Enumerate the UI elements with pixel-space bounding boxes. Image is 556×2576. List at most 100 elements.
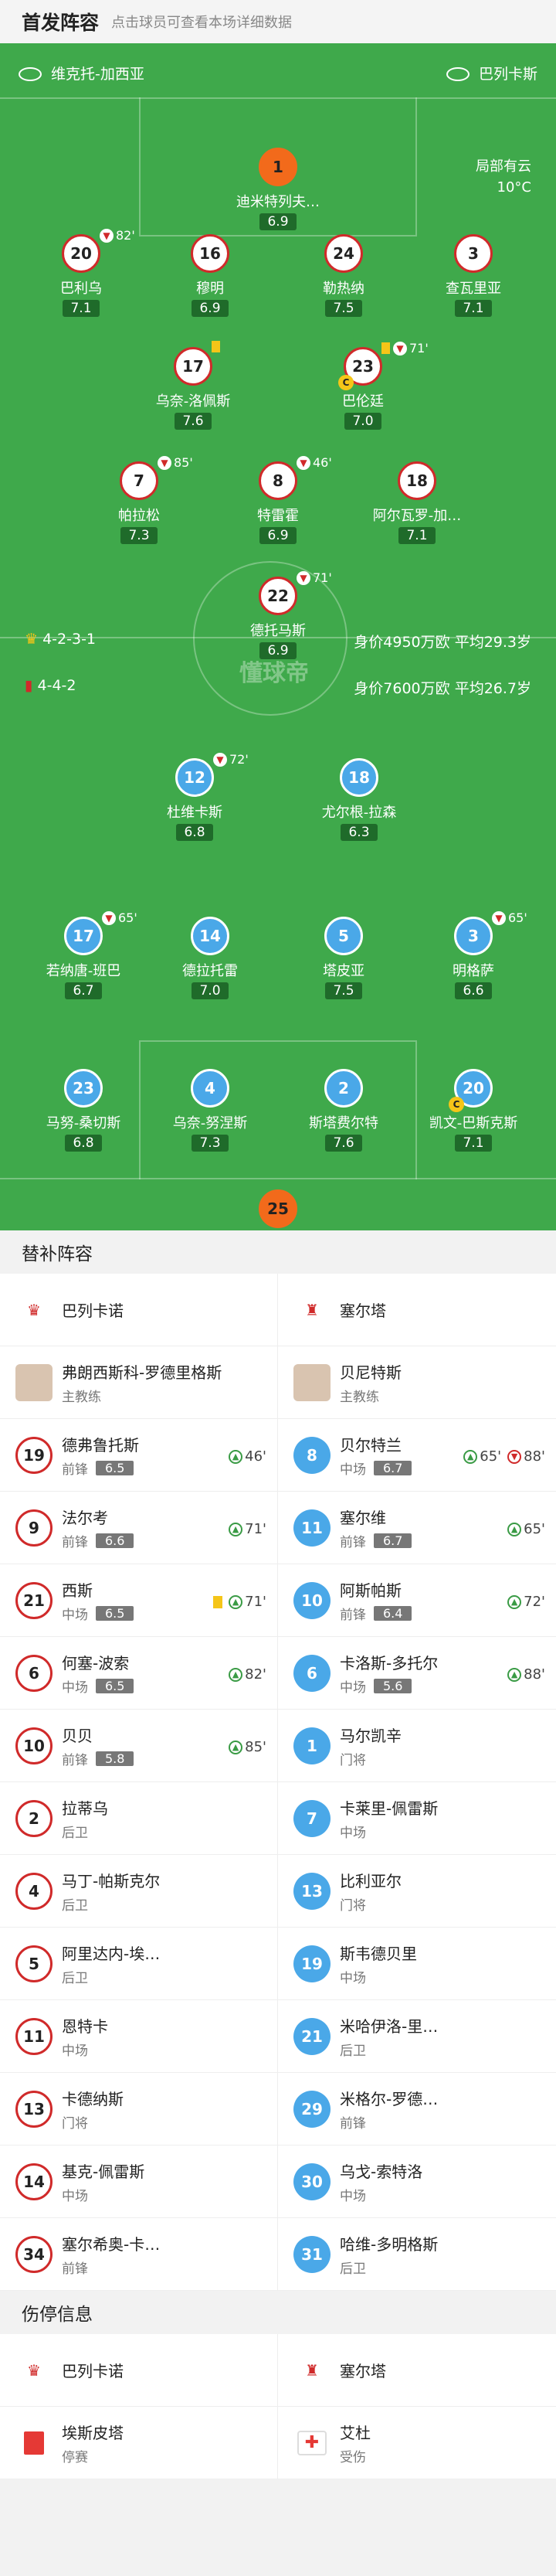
sub-player[interactable]: 9 法尔考 前锋 6.6 ▲ 71' [0, 1492, 278, 1564]
sub-player[interactable]: 29 米格尔-罗德… 前锋 [278, 2073, 556, 2146]
sub-events: ▲ 85' [229, 1739, 266, 1755]
player-name: 迪米特列夫… [236, 194, 320, 210]
player-rating: 7.1 [63, 300, 100, 317]
team-logo-icon: ▮ [25, 677, 33, 694]
sub-player[interactable]: 7 卡莱里-佩雷斯 中场 [278, 1782, 556, 1855]
sub-events: ▲ 82' [229, 1666, 266, 1683]
sub-player[interactable]: 6 何塞-波索 中场 6.5 ▲ 82' [0, 1637, 278, 1710]
jersey-number: 19 [15, 1436, 53, 1474]
jersey-number: 10 [293, 1581, 331, 1619]
player-marker[interactable]: 16 穆明 6.9 [148, 234, 272, 317]
sub-player[interactable]: 4 马丁-帕斯克尔 后卫 [0, 1855, 278, 1928]
weather-info: 局部有云 10°C [476, 158, 531, 196]
player-marker[interactable]: 17 乌奈-洛佩斯 7.6 [131, 341, 255, 430]
sub-player[interactable]: 8 贝尔特兰 中场 6.7 ▲ 65' ▼ 88' [278, 1419, 556, 1492]
player-marker[interactable]: 25瓜伊塔★ 7.9 [216, 1189, 340, 1230]
player-marker[interactable]: 17 ▼ 65' 若纳唐-班巴 6.7 [22, 910, 145, 999]
sub-player[interactable]: 21 米哈伊洛-里… 后卫 [278, 2000, 556, 2073]
home-team[interactable]: 维克托-加西亚 [19, 63, 144, 83]
player-marker[interactable]: 4 乌奈-努涅斯 7.3 [148, 1069, 272, 1152]
sub-player[interactable]: 21 西斯 中场 6.5 ▲ 71' [0, 1564, 278, 1637]
sub-player[interactable]: 34 塞尔希奥-卡… 前锋 [0, 2218, 278, 2291]
player-marker[interactable]: 20 ▼ 82' 巴利乌 7.1 [19, 228, 143, 317]
player-marker[interactable]: 14 德拉托雷 7.0 [148, 917, 272, 999]
red-card-icon [24, 2431, 44, 2455]
player-position: 后卫 [340, 2261, 366, 2277]
sub-player[interactable]: 6 卡洛斯-多托尔 中场 5.6 ▲ 88' [278, 1637, 556, 1710]
player-marker[interactable]: 7 ▼ 85' 帕拉松 7.3 [77, 455, 201, 544]
sub-player[interactable]: 2 拉蒂乌 后卫 [0, 1782, 278, 1855]
jersey-number: 1 [259, 148, 297, 186]
jersey-number: 7 [120, 461, 158, 500]
player-marker[interactable]: 2 斯塔费尔特 7.6 [282, 1069, 405, 1152]
player-marker[interactable]: 23 C ▼ 71' 巴伦廷 7.0 [301, 341, 429, 430]
player-marker[interactable]: 23 马努-桑切斯 6.8 [22, 1069, 145, 1152]
whistle-icon [446, 67, 470, 81]
player-rating: 7.6 [325, 1135, 362, 1152]
jersey-number: 4 [15, 1872, 53, 1910]
sub-player[interactable]: 19 德弗鲁托斯 前锋 6.5 ▲ 46' [0, 1419, 278, 1492]
home-team-cell[interactable]: ♛ 巴列卡诺 [0, 1274, 278, 1346]
player-marker[interactable]: 5 塔皮亚 7.5 [282, 917, 405, 999]
sub-player[interactable]: 30 乌戈-索特洛 中场 [278, 2146, 556, 2218]
player-rating: 7.3 [192, 1135, 229, 1152]
captain-badge: C [449, 1097, 464, 1112]
player-name: 帕拉松 [118, 508, 160, 524]
player-marker[interactable]: 12 ▼ 72' 杜维卡斯 6.8 [133, 752, 256, 841]
player-name: 贝贝 [62, 1726, 93, 1745]
player-events: ▼ 46' [297, 455, 332, 470]
sub-player[interactable]: 13 比利亚尔 门将 [278, 1855, 556, 1928]
sub-player[interactable]: 11 塞尔维 前锋 6.7 ▲ 65' [278, 1492, 556, 1564]
away-team-cell[interactable]: ♜ 塞尔塔 [278, 2334, 556, 2407]
jersey-number: 20 [62, 234, 100, 273]
player-position: 后卫 [62, 1897, 88, 1914]
away-coach[interactable]: 贝尼特斯 主教练 [278, 1346, 556, 1419]
player-rating: 6.7 [65, 982, 102, 999]
sub-player[interactable]: 19 斯韦德贝里 中场 [278, 1928, 556, 2000]
player-name: 斯塔费尔特 [309, 1115, 378, 1131]
player-position: 中场 [340, 1825, 366, 1841]
sub-in-icon: ▲ [507, 1522, 522, 1536]
team-row: 维克托-加西亚 巴列卡斯 [0, 59, 556, 87]
sub-player[interactable]: 13 卡德纳斯 门将 [0, 2073, 278, 2146]
player-marker[interactable]: 3 查瓦里亚 7.1 [412, 234, 535, 317]
player-marker[interactable]: 8 ▼ 46' 特雷霍 6.9 [216, 455, 340, 544]
sub-player[interactable]: 31 哈维-多明格斯 后卫 [278, 2218, 556, 2291]
sub-in-icon: ▲ [229, 1522, 243, 1536]
jersey-number: 24 [324, 234, 363, 273]
away-team-cell[interactable]: ♜ 塞尔塔 [278, 1274, 556, 1346]
injury-item[interactable]: 埃斯皮塔 停赛 [0, 2407, 278, 2479]
sub-player[interactable]: 1 马尔凯辛 门将 [278, 1710, 556, 1782]
player-position: 门将 [340, 1897, 366, 1914]
sub-player[interactable]: 10 阿斯帕斯 前锋 6.4 ▲ 72' [278, 1564, 556, 1637]
player-marker[interactable]: 18 尤尔根-拉森 6.3 [297, 758, 421, 841]
home-coach[interactable]: 弗朗西斯科-罗德里格斯 主教练 [0, 1346, 278, 1419]
club-logo-icon: ♛ [27, 1300, 41, 1319]
medical-kit-icon: ✚ [297, 2430, 327, 2455]
sub-player[interactable]: 14 基克-佩雷斯 中场 [0, 2146, 278, 2218]
player-name: 尤尔根-拉森 [321, 805, 397, 821]
player-marker[interactable]: 22 ▼ 71' 德托马斯 6.9 [216, 570, 340, 659]
jersey-number: 19 [293, 1945, 331, 1982]
player-marker[interactable]: 20 C 凯文-巴斯克斯 7.1 [412, 1069, 535, 1152]
sub-player[interactable]: 10 贝贝 前锋 5.8 ▲ 85' [0, 1710, 278, 1782]
player-position: 前锋 [62, 1462, 88, 1478]
player-rating: 7.6 [175, 413, 212, 430]
jersey-number: 2 [324, 1069, 363, 1108]
player-name: 马丁-帕斯克尔 [62, 1871, 161, 1890]
player-marker[interactable]: 24 勒热纳 7.5 [282, 234, 405, 317]
player-position: 后卫 [62, 1970, 88, 1986]
sub-player[interactable]: 5 阿里达内-埃… 后卫 [0, 1928, 278, 2000]
injury-item[interactable]: ✚ 艾杜 受伤 [278, 2407, 556, 2479]
player-position: 中场 [340, 1462, 366, 1478]
away-team[interactable]: 巴列卡斯 [446, 63, 537, 83]
whistle-icon [19, 67, 42, 81]
player-marker[interactable]: 3 ▼ 65' 明格萨 6.6 [412, 910, 535, 999]
jersey-number: 6 [293, 1654, 331, 1692]
sub-player[interactable]: 11 恩特卡 中场 [0, 2000, 278, 2073]
player-marker[interactable]: 18 阿尔瓦罗-加… 7.1 [355, 461, 479, 544]
player-marker[interactable]: 1 迪米特列夫… 6.9 [216, 148, 340, 230]
player-position: 后卫 [340, 2043, 366, 2059]
home-team-cell[interactable]: ♛ 巴列卡诺 [0, 2334, 278, 2407]
sub-events: ▲ 46' [229, 1448, 266, 1465]
